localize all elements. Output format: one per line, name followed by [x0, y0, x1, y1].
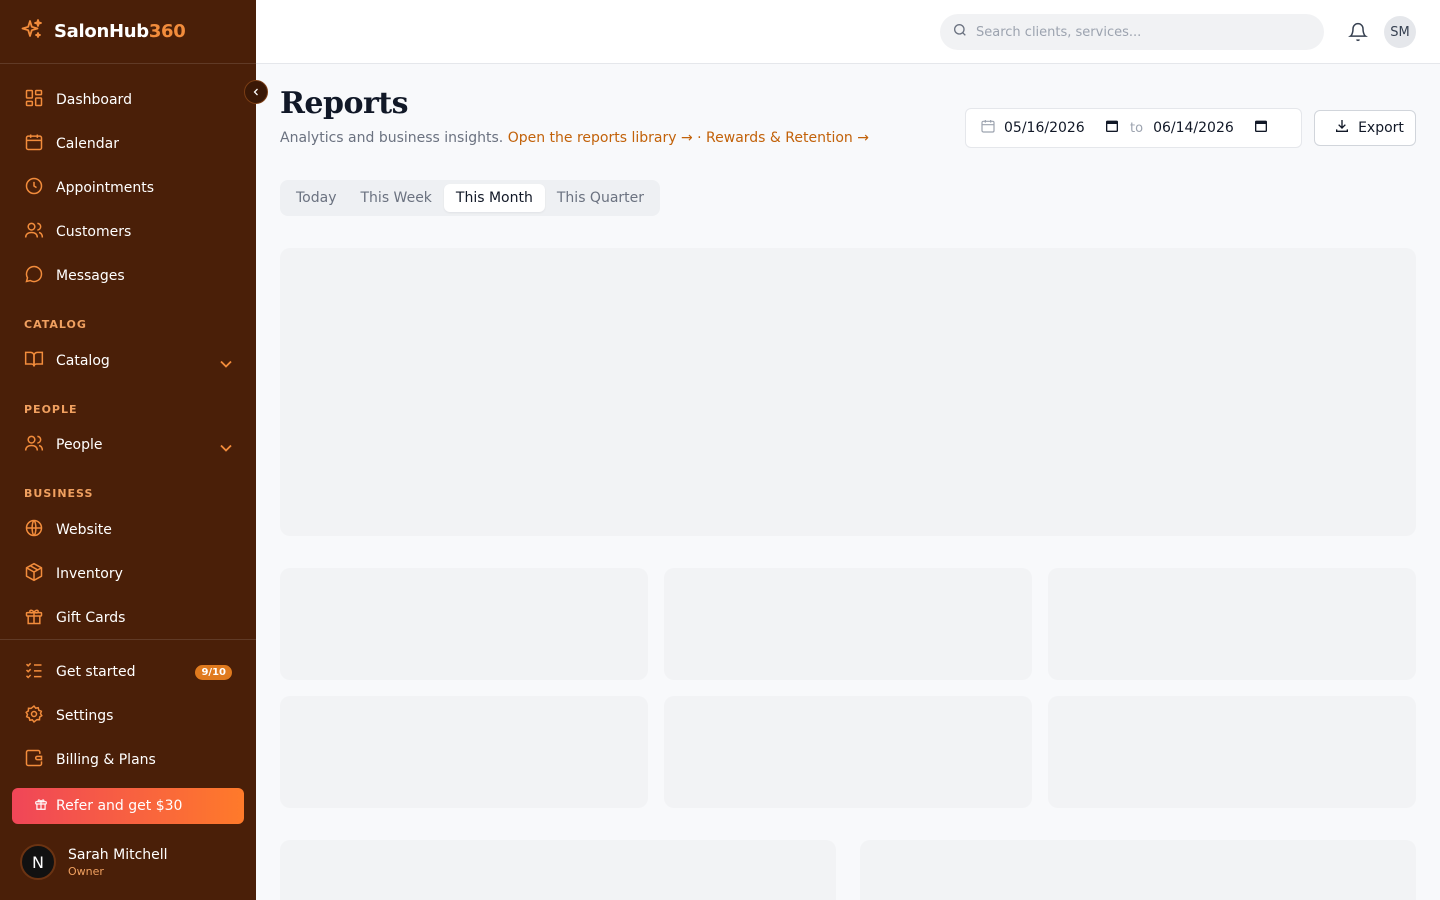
tab-today[interactable]: Today — [284, 184, 349, 212]
tab-this-month[interactable]: This Month — [443, 184, 545, 212]
refer-label: Refer and get $30 — [56, 798, 183, 814]
user-icon — [24, 433, 44, 457]
section-label-catalog: CATALOG — [24, 318, 87, 331]
user-role: Owner — [68, 864, 104, 878]
nav-label: Get started — [56, 664, 136, 680]
export-button[interactable]: Export — [1314, 110, 1416, 146]
sparkle-logo-icon — [20, 18, 44, 46]
wallet-icon — [24, 748, 44, 772]
separator: · — [697, 130, 702, 146]
panel-skeleton — [280, 840, 836, 900]
date-to-input[interactable]: 06/14/2026 — [1153, 120, 1253, 136]
nav-label: Website — [56, 522, 112, 538]
book-icon — [24, 349, 44, 373]
page-subtitle: Analytics and business insights. Open th… — [280, 130, 869, 146]
tab-this-quarter[interactable]: This Quarter — [545, 184, 656, 212]
rewards-retention-link[interactable]: Rewards & Retention → — [706, 130, 869, 146]
period-tabs: Today This Week This Month This Quarter — [280, 180, 661, 216]
brand-name: SalonHub360 — [54, 21, 186, 42]
stat-card-skeleton — [280, 696, 648, 808]
nav-item-customers[interactable]: Customers — [12, 212, 244, 252]
checklist-icon — [24, 660, 44, 684]
reports-library-link[interactable]: Open the reports library → — [508, 130, 693, 146]
nav-label: Inventory — [56, 566, 123, 582]
calendar-picker-icon[interactable] — [1104, 118, 1120, 138]
nav-item-catalog[interactable]: Catalog — [12, 341, 244, 381]
nav-label: Appointments — [56, 180, 155, 196]
search-input[interactable] — [976, 24, 1306, 40]
nav-item-people[interactable]: People — [12, 425, 244, 465]
bell-icon[interactable] — [1348, 22, 1368, 42]
chevron-down-icon — [216, 354, 232, 368]
nav-label: Billing & Plans — [56, 752, 156, 768]
chevron-left-icon — [250, 83, 262, 102]
search-box[interactable] — [940, 14, 1324, 50]
topbar: SM — [256, 0, 1440, 64]
dashboard-icon — [24, 88, 44, 112]
nav-label: Catalog — [56, 353, 110, 369]
section-label-business: BUSINESS — [24, 487, 94, 500]
nav-item-appointments[interactable]: Appointments — [12, 168, 244, 208]
download-icon — [1334, 118, 1350, 138]
tab-this-week[interactable]: This Week — [349, 184, 444, 212]
sidebar-divider — [0, 639, 256, 640]
export-label: Export — [1358, 120, 1404, 136]
stat-card-skeleton — [664, 696, 1032, 808]
nav-item-get-started[interactable]: Get started 9/10 — [12, 652, 244, 692]
nav-item-calendar[interactable]: Calendar — [12, 124, 244, 164]
message-icon — [24, 264, 44, 288]
nav-label: People — [56, 437, 103, 453]
stat-card-skeleton — [1048, 696, 1416, 808]
panel-skeleton — [860, 840, 1416, 900]
nav-item-website[interactable]: Website — [12, 510, 244, 550]
calendar-icon — [980, 118, 996, 138]
user-avatar: N — [20, 844, 56, 880]
calendar-icon — [24, 132, 44, 156]
gift-icon — [34, 797, 48, 815]
users-icon — [24, 220, 44, 244]
gear-icon — [24, 704, 44, 728]
user-profile[interactable]: N Sarah Mitchell Owner — [20, 844, 168, 880]
chevron-down-icon — [216, 438, 232, 452]
clock-icon — [24, 176, 44, 200]
chart-skeleton — [280, 248, 1416, 536]
nav-item-billing[interactable]: Billing & Plans — [12, 740, 244, 780]
to-label: to — [1130, 120, 1144, 136]
calendar-picker-icon[interactable] — [1253, 118, 1269, 138]
refer-button[interactable]: Refer and get $30 — [12, 788, 244, 824]
collapse-sidebar-button[interactable] — [244, 80, 268, 104]
nav-label: Messages — [56, 268, 125, 284]
stat-card-skeleton — [280, 568, 648, 680]
nav-label: Gift Cards — [56, 610, 126, 626]
subtitle-text: Analytics and business insights. — [280, 130, 504, 146]
nav-item-messages[interactable]: Messages — [12, 256, 244, 296]
page-title: Reports — [280, 86, 409, 121]
globe-icon — [24, 518, 44, 542]
user-avatar[interactable]: SM — [1384, 16, 1416, 48]
stat-card-skeleton — [1048, 568, 1416, 680]
stat-card-skeleton — [664, 568, 1032, 680]
nav-item-inventory[interactable]: Inventory — [12, 554, 244, 594]
nav-item-settings[interactable]: Settings — [12, 696, 244, 736]
user-name: Sarah Mitchell — [68, 846, 168, 863]
nav-label: Customers — [56, 224, 132, 240]
nav-label: Dashboard — [56, 92, 132, 108]
section-label-people: PEOPLE — [24, 403, 78, 416]
nav-item-dashboard[interactable]: Dashboard — [12, 80, 244, 120]
box-icon — [24, 562, 44, 586]
search-icon — [952, 22, 968, 42]
nav-label: Settings — [56, 708, 114, 724]
progress-badge: 9/10 — [195, 664, 232, 680]
nav-label: Calendar — [56, 136, 119, 152]
nav-item-gift-cards[interactable]: Gift Cards — [12, 598, 244, 638]
sidebar: SalonHub360 Dashboard Calendar Appointme… — [0, 0, 256, 900]
gift-icon — [24, 606, 44, 630]
date-from-input[interactable]: 05/16/2026 — [1004, 120, 1104, 136]
brand[interactable]: SalonHub360 — [0, 0, 256, 64]
date-range-picker: 05/16/2026 to 06/14/2026 — [965, 108, 1302, 148]
